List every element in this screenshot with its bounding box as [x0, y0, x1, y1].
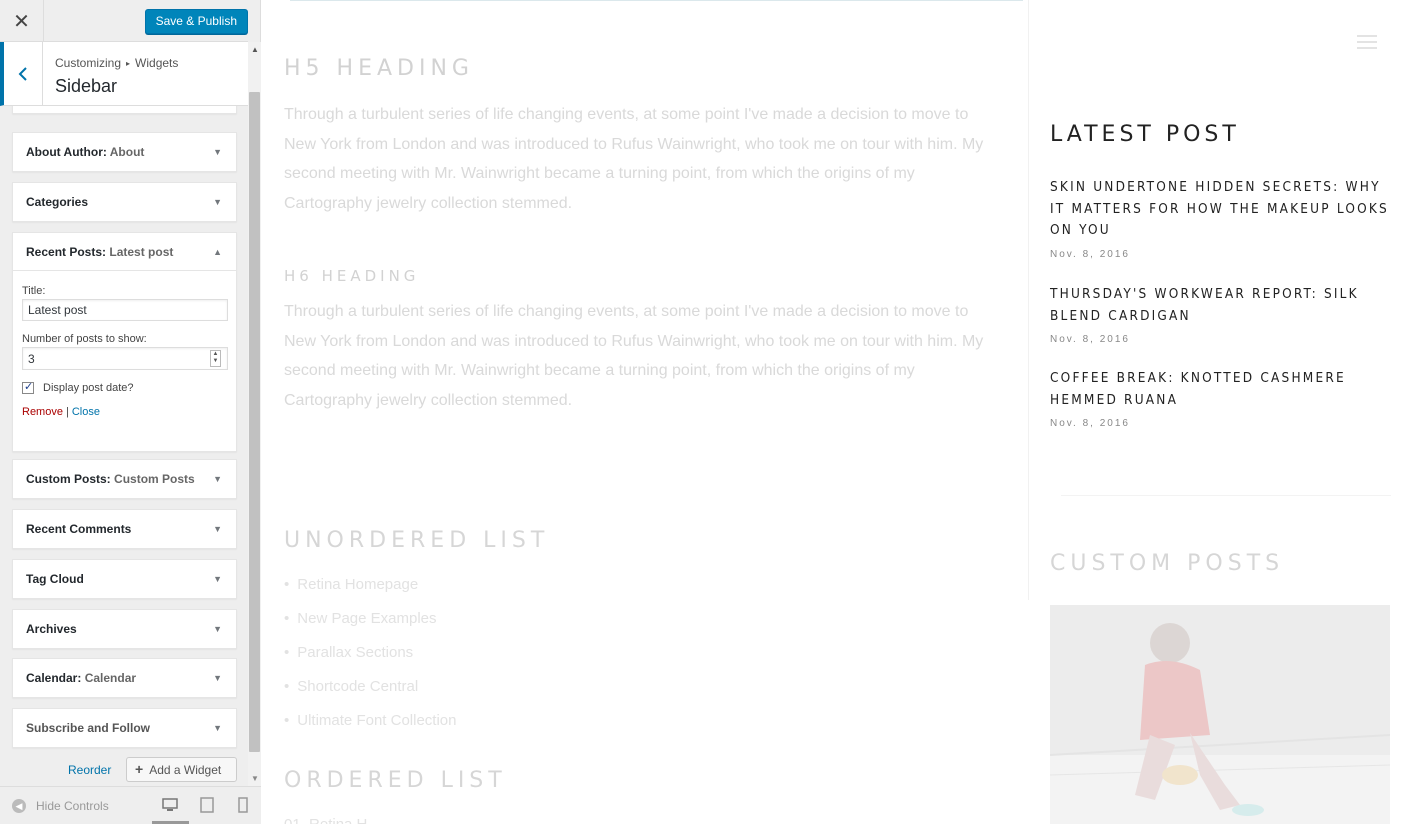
- scroll-up-arrow-icon[interactable]: ▲: [251, 45, 259, 54]
- h5-heading: H5 HEADING: [284, 56, 474, 81]
- custom-posts-title: CUSTOM POSTS: [1050, 551, 1285, 576]
- caret-down-icon[interactable]: ▼: [213, 659, 222, 697]
- widget-recent-posts[interactable]: Recent Posts: Latest post ▲ Title: Latest…: [12, 232, 237, 452]
- breadcrumb-root: Customizing: [55, 56, 122, 70]
- widget-calendar[interactable]: Calendar: Calendar ▼: [12, 658, 237, 698]
- number-label: Number of posts to show:: [22, 333, 147, 345]
- caret-down-icon[interactable]: ▼: [213, 183, 222, 221]
- latest-post-item: COFFEE BREAK: KNOTTED CASHMERE HEMMED RU…: [1050, 368, 1395, 429]
- unordered-list-heading: UNORDERED LIST: [284, 528, 550, 553]
- customizer-topbar: ✕ Save & Publish: [0, 0, 248, 42]
- display-date-row: Display post date?: [22, 380, 227, 394]
- breadcrumb-separator: ▸: [126, 59, 131, 68]
- add-widget-button[interactable]: + Add a Widget: [126, 757, 237, 782]
- unordered-list: Retina Homepage New Page Examples Parall…: [284, 576, 457, 746]
- breadcrumb: Customizing ▸ Widgets: [55, 56, 178, 70]
- caret-down-icon[interactable]: ▼: [213, 560, 222, 598]
- caret-down-icon[interactable]: ▼: [213, 709, 222, 747]
- site-preview: H5 HEADING Through a turbulent series of…: [261, 0, 1411, 824]
- widget-custom-posts[interactable]: Custom Posts: Custom Posts ▼: [12, 459, 237, 499]
- top-border: [290, 0, 1023, 1]
- section-title: Sidebar: [55, 76, 118, 96]
- back-button[interactable]: [4, 42, 43, 105]
- remove-link[interactable]: Remove: [22, 406, 63, 418]
- save-publish-button[interactable]: Save & Publish: [144, 9, 248, 34]
- widget-about-author[interactable]: About Author: About ▼: [12, 132, 237, 172]
- customizer-panel: ✕ Save & Publish Customizing ▸ Widgets Sid…: [0, 0, 261, 824]
- caret-down-icon[interactable]: ▼: [213, 610, 222, 648]
- post-title-link[interactable]: COFFEE BREAK: KNOTTED CASHMERE HEMMED RU…: [1050, 368, 1395, 411]
- post-date: Nov. 8, 2016: [1050, 248, 1130, 260]
- paragraph-2: Through a turbulent series of life chang…: [284, 303, 984, 409]
- caret-down-icon[interactable]: ▼: [213, 460, 222, 498]
- customizer-footer: ◀ Hide Controls: [0, 786, 261, 824]
- close-icon: ✕: [13, 10, 30, 33]
- widget-partial-top: [12, 106, 237, 114]
- ordered-list-first-item: 01. Retina H: [284, 816, 367, 824]
- caret-up-icon[interactable]: ▲: [213, 233, 222, 271]
- caret-down-icon[interactable]: ▼: [213, 510, 222, 548]
- widget-list: About Author: About ▼ Categories ▼ Recent …: [0, 106, 248, 786]
- title-input[interactable]: Latest post: [22, 299, 228, 321]
- post-title-link[interactable]: THURSDAY'S WORKWEAR REPORT: SILK BLEND C…: [1050, 284, 1395, 327]
- reorder-link[interactable]: Reorder: [68, 763, 111, 777]
- custom-post-image[interactable]: [1050, 605, 1390, 824]
- list-item: Parallax Sections: [284, 644, 457, 678]
- list-item: Shortcode Central: [284, 678, 457, 712]
- widget-recent-comments[interactable]: Recent Comments ▼: [12, 509, 237, 549]
- ordered-list-heading: ORDERED LIST: [284, 768, 507, 793]
- close-customizer-button[interactable]: ✕: [0, 0, 44, 42]
- widget-tag-cloud[interactable]: Tag Cloud ▼: [12, 559, 237, 599]
- caret-down-icon[interactable]: ▼: [213, 133, 222, 171]
- widget-area-actions: Reorder + Add a Widget: [0, 757, 248, 783]
- latest-post-item: SKIN UNDERTONE HIDDEN SECRETS: WHY IT MA…: [1050, 177, 1395, 260]
- h6-heading: H6 HEADING: [284, 267, 420, 285]
- latest-post-item: THURSDAY'S WORKWEAR REPORT: SILK BLEND C…: [1050, 284, 1395, 345]
- post-date: Nov. 8, 2016: [1050, 418, 1130, 429]
- tablet-icon[interactable]: [199, 797, 215, 813]
- list-item: New Page Examples: [284, 610, 457, 644]
- display-date-label: Display post date?: [43, 382, 134, 394]
- title-label: Title:: [22, 285, 46, 297]
- sidebar-separator: [1061, 495, 1391, 496]
- plus-icon: +: [135, 761, 144, 777]
- scroll-down-arrow-icon[interactable]: ▼: [251, 774, 259, 783]
- number-of-posts-input[interactable]: 3 ▲ ▼: [22, 347, 228, 370]
- desktop-icon[interactable]: [162, 797, 178, 813]
- scrollbar-thumb[interactable]: [249, 92, 260, 752]
- mobile-icon[interactable]: [235, 797, 251, 813]
- widget-categories[interactable]: Categories ▼: [12, 182, 237, 222]
- widget-subscribe-follow[interactable]: Subscribe and Follow ▼: [12, 708, 237, 748]
- chevron-left-icon: [18, 66, 27, 81]
- list-item: Ultimate Font Collection: [284, 712, 456, 746]
- widget-actions: Remove | Close: [22, 406, 100, 418]
- post-title-link[interactable]: SKIN UNDERTONE HIDDEN SECRETS: WHY IT MA…: [1050, 177, 1395, 242]
- latest-post-title: LATEST POST: [1050, 122, 1240, 147]
- paragraph-1: Through a turbulent series of life chang…: [284, 106, 984, 212]
- list-item: Retina Homepage: [284, 576, 457, 610]
- widget-form: Title: Latest post Number of posts to sh…: [13, 271, 236, 418]
- number-stepper-icon[interactable]: ▲ ▼: [210, 350, 221, 367]
- panel-scrollbar[interactable]: ▲ ▼: [248, 42, 261, 786]
- widget-archives[interactable]: Archives ▼: [12, 609, 237, 649]
- hide-controls-button[interactable]: ◀ Hide Controls: [12, 799, 109, 813]
- arrow-left-circle-icon: ◀: [12, 799, 26, 813]
- person-photo-illustration: [1050, 605, 1390, 824]
- close-link[interactable]: Close: [72, 406, 100, 418]
- breadcrumb-child: Widgets: [135, 56, 179, 70]
- hamburger-menu-icon[interactable]: [1357, 35, 1377, 49]
- sidebar-divider: [1028, 0, 1029, 600]
- section-header: Customizing ▸ Widgets Sidebar: [0, 42, 248, 106]
- post-date: Nov. 8, 2016: [1050, 334, 1130, 345]
- display-date-checkbox[interactable]: [22, 380, 34, 394]
